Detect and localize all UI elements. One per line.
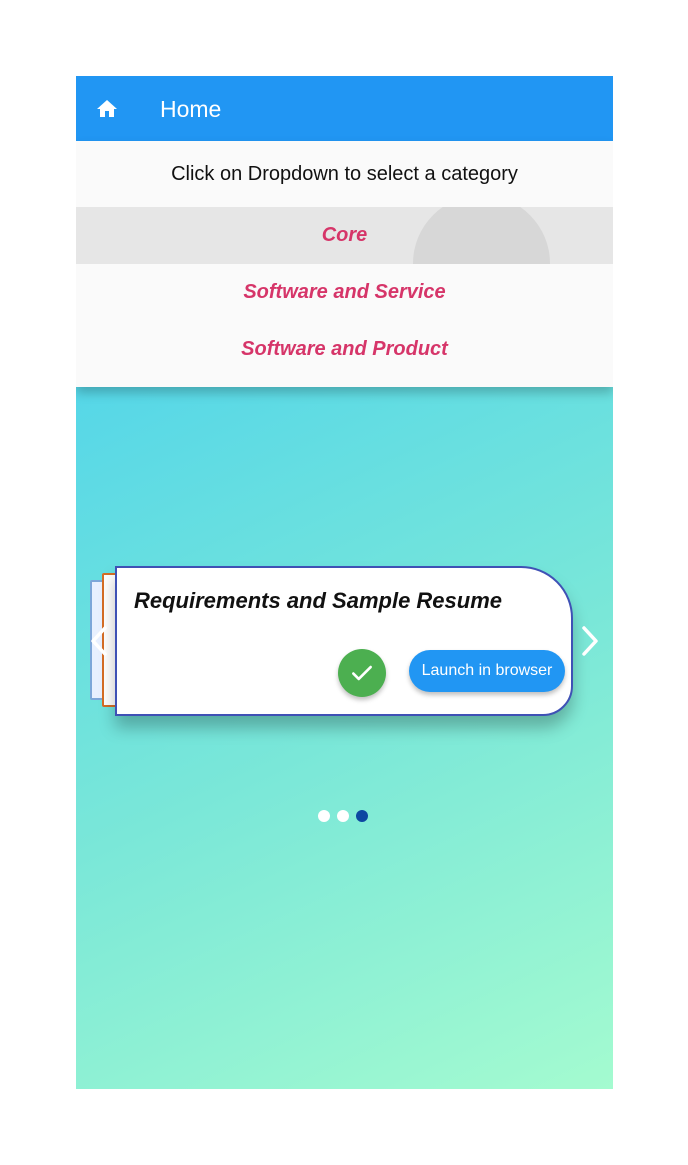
chevron-right-icon[interactable]: [579, 625, 601, 657]
home-icon[interactable]: [95, 97, 119, 121]
chevron-left-icon[interactable]: [88, 625, 110, 657]
dropdown-item-core[interactable]: Core: [76, 207, 613, 264]
dropdown-item-label: Software and Product: [241, 338, 448, 360]
launch-in-browser-button[interactable]: Launch in browser: [409, 650, 565, 692]
dropdown-hint: Click on Dropdown to select a category: [171, 162, 518, 185]
check-icon: [352, 665, 372, 681]
check-button[interactable]: [338, 649, 386, 697]
page-indicator: [318, 810, 368, 822]
app-screen: Home Click on Dropdown to select a categ…: [76, 76, 613, 1089]
resource-card[interactable]: Requirements and Sample Resume Launch in…: [115, 566, 573, 716]
dropdown-item-label: Software and Service: [243, 281, 446, 303]
page-dot-active[interactable]: [356, 810, 368, 822]
app-bar: Home: [76, 76, 613, 141]
page-title: Home: [160, 96, 222, 122]
ripple-highlight: [413, 207, 550, 264]
dropdown-item-software-and-service[interactable]: Software and Service: [76, 264, 613, 321]
dropdown-item-label: Core: [321, 224, 368, 246]
page-dot[interactable]: [318, 810, 330, 822]
category-dropdown-menu: Click on Dropdown to select a category C…: [76, 141, 613, 387]
card-title: Requirements and Sample Resume: [134, 588, 503, 613]
dropdown-item-software-and-product[interactable]: Software and Product: [76, 321, 613, 378]
page-dot[interactable]: [337, 810, 349, 822]
